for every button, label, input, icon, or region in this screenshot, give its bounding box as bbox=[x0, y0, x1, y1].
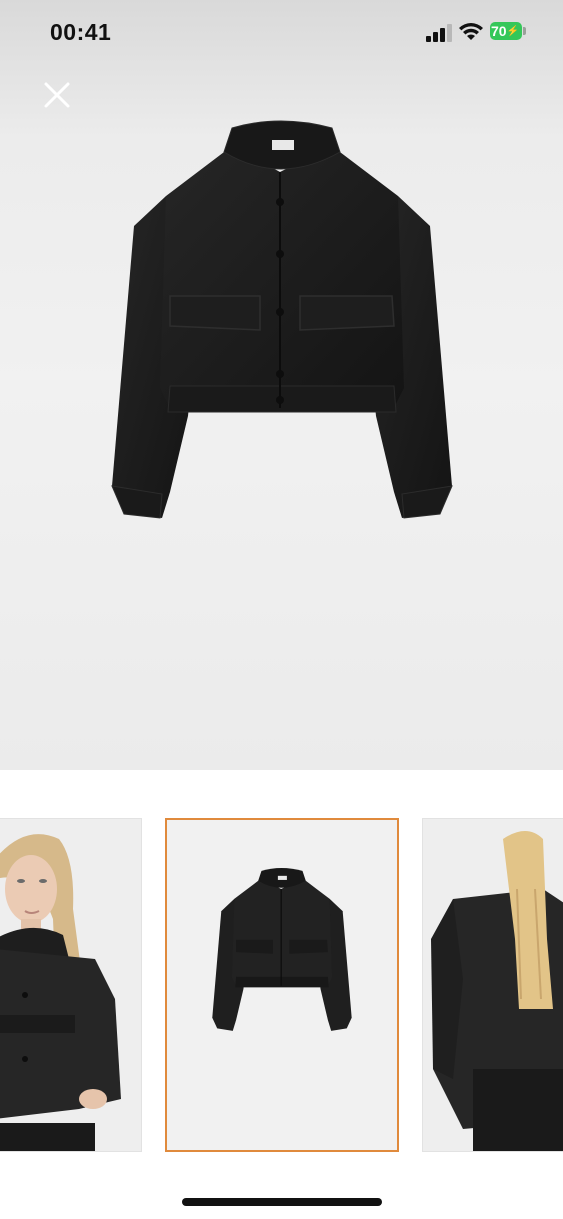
model-front-photo bbox=[0, 819, 141, 1151]
thumbnail-model-front[interactable] bbox=[0, 818, 142, 1152]
cellular-signal-icon bbox=[426, 24, 452, 42]
thumbnail-strip bbox=[0, 818, 563, 1154]
status-bar: 00:41 70 ⚡ bbox=[0, 0, 563, 62]
product-image-viewer[interactable]: 00:41 70 ⚡ bbox=[0, 0, 563, 770]
wifi-icon bbox=[459, 23, 483, 40]
home-indicator[interactable] bbox=[182, 1198, 382, 1206]
status-time: 00:41 bbox=[50, 19, 112, 45]
battery-indicator: 70 ⚡ bbox=[490, 22, 522, 40]
thumbnail-product-selected[interactable] bbox=[165, 818, 399, 1152]
jacket-product-photo bbox=[167, 820, 397, 1150]
battery-level: 70 bbox=[490, 23, 507, 39]
close-icon[interactable] bbox=[38, 76, 76, 114]
thumbnail-model-back[interactable] bbox=[422, 818, 563, 1152]
jacket-product-photo bbox=[111, 120, 453, 519]
model-back-photo bbox=[423, 819, 563, 1151]
battery-cap bbox=[523, 27, 526, 35]
